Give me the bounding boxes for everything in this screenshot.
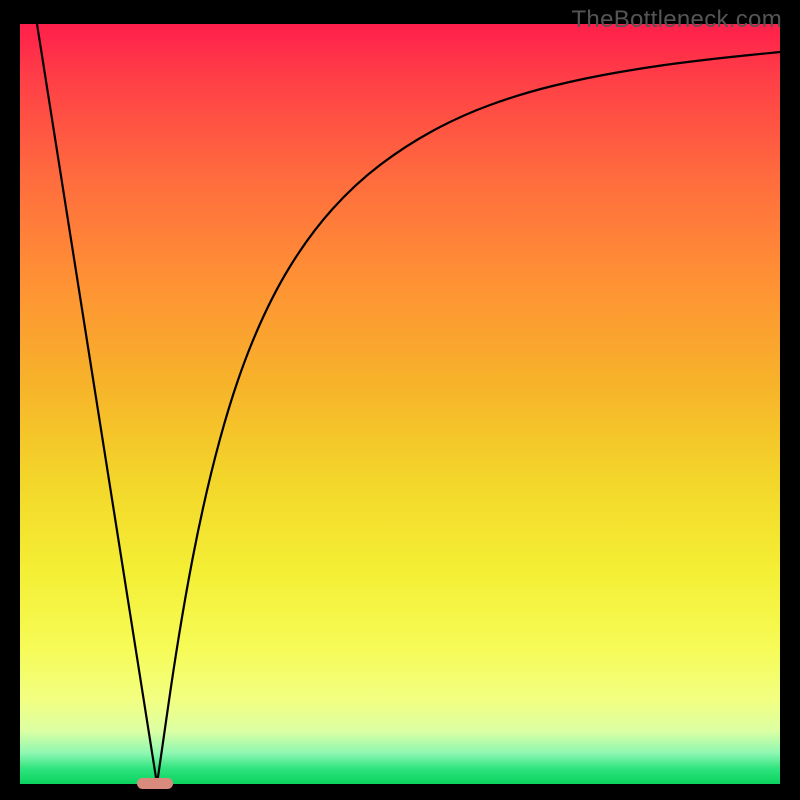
plot-area [20, 24, 780, 784]
chart-container: TheBottleneck.com [0, 0, 800, 800]
watermark-text: TheBottleneck.com [571, 6, 782, 34]
minimum-marker [137, 778, 173, 789]
chart-curve [20, 24, 780, 784]
